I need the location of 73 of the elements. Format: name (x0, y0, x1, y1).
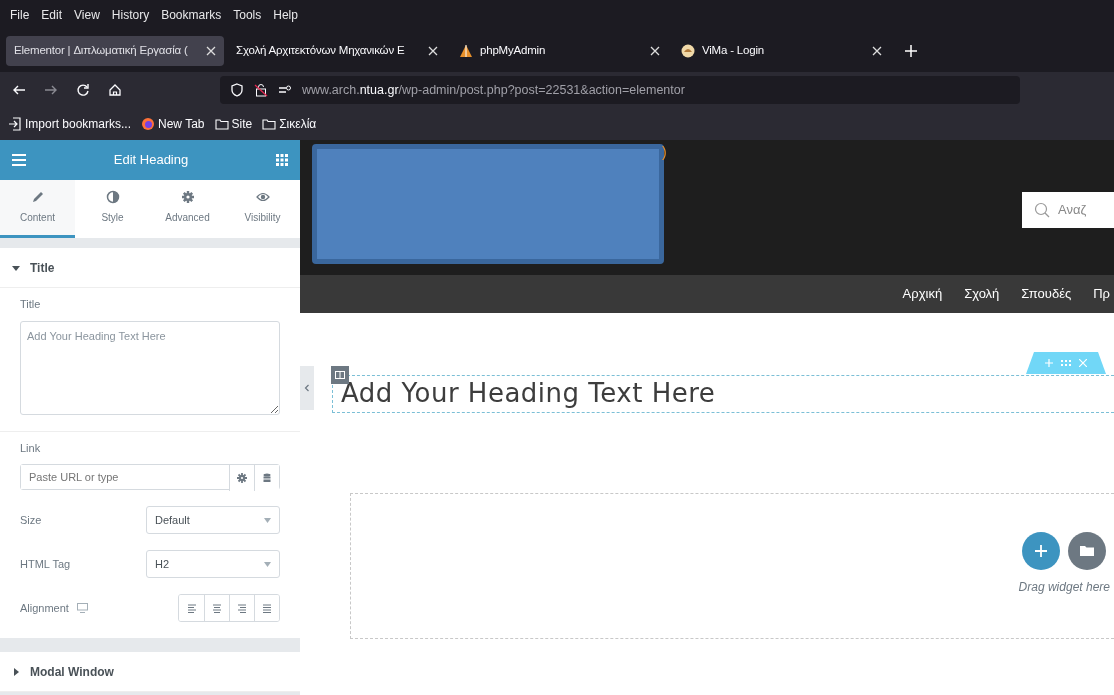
close-icon (206, 46, 216, 56)
url-text: www.arch.ntua.gr/wp-admin/post.php?post=22531&action=elementor (302, 81, 685, 99)
reload-icon[interactable] (76, 83, 90, 97)
field-label: Size (20, 512, 42, 528)
panel-title: Edit Heading (113, 151, 189, 170)
menu-item[interactable]: History (111, 6, 150, 24)
firefox-icon (141, 117, 156, 131)
site-nav-link[interactable]: Σχολή (964, 284, 1000, 304)
lock-icon (254, 83, 268, 97)
edit-handle[interactable] (331, 366, 349, 384)
caret-icon (12, 667, 20, 676)
pencil-icon (30, 190, 45, 204)
address-bar[interactable]: www.arch.ntua.gr/wp-admin/post.php?post=22531&action=elementor (220, 76, 1020, 104)
select-field[interactable]: Default (146, 506, 280, 534)
database-icon (262, 473, 272, 483)
menu-item[interactable]: View (74, 6, 100, 24)
drag-handle-icon[interactable] (1061, 360, 1071, 366)
new-tab-icon[interactable] (904, 44, 918, 58)
select-field[interactable]: H2 (146, 550, 280, 578)
logo-fragment: ) (662, 144, 667, 160)
globe-icon (680, 43, 696, 59)
link-field[interactable]: Paste URL or type (20, 464, 280, 490)
field-label: Title (20, 297, 42, 312)
site-nav-link[interactable]: Αρχική (902, 284, 943, 304)
caret-icon (264, 561, 271, 567)
close-icon (428, 46, 438, 56)
desktop-icon (76, 603, 88, 613)
menu-item[interactable]: Tools (233, 6, 262, 24)
widgets-grid-icon[interactable] (276, 154, 288, 166)
gear-icon (180, 190, 195, 204)
template-library-button[interactable] (1068, 532, 1107, 570)
bookmark[interactable]: Site (214, 115, 253, 133)
contrast-icon (105, 190, 120, 204)
bookmark[interactable]: New Tab (141, 115, 205, 133)
gear-icon (237, 473, 247, 483)
folder-icon (262, 117, 277, 131)
drop-hint: Drag widget here (1018, 579, 1110, 596)
menu-item[interactable]: Help (273, 6, 298, 24)
site-nav-link[interactable]: Πρ (1093, 284, 1110, 304)
search-icon (1034, 202, 1050, 218)
menu-icon[interactable] (12, 154, 26, 166)
plus-icon (1035, 545, 1048, 557)
site-nav-link[interactable]: Σπουδές (1021, 284, 1072, 304)
close-icon (650, 46, 660, 56)
browser-tab[interactable]: Elementor | Διπλωματική Εργασία ( (6, 36, 224, 66)
chevron-left-icon (304, 384, 310, 392)
menu-item[interactable]: File (10, 6, 30, 24)
field-label: HTML Tag (20, 556, 71, 572)
import-icon (8, 117, 22, 131)
field-label: Alignment (20, 600, 69, 616)
folder-icon (1080, 545, 1095, 557)
back-icon[interactable] (12, 83, 26, 97)
caret-icon (12, 263, 20, 272)
browser-tab[interactable]: ViMa - Login (672, 36, 890, 66)
sailboat-icon (458, 43, 474, 59)
panel-tab[interactable]: Content (0, 180, 75, 238)
forward-icon[interactable] (44, 83, 58, 97)
close-icon (872, 46, 882, 56)
caret-icon (264, 517, 271, 523)
eye-icon (255, 190, 270, 204)
bookmark[interactable]: Σικελία (262, 115, 317, 133)
browser-tab[interactable]: Σχολή Αρχιτεκτόνων Μηχανικών Ε (228, 36, 446, 66)
search-field[interactable]: Αναζ (1022, 192, 1114, 228)
field-label: Link (20, 440, 42, 456)
browser-tab[interactable]: phpMyAdmin (450, 36, 668, 66)
shield-icon (230, 83, 244, 97)
menu-item[interactable]: Bookmarks (161, 6, 222, 24)
bookmark[interactable]: Import bookmarks... (8, 115, 132, 133)
home-icon[interactable] (108, 83, 122, 97)
align-justify-icon[interactable] (254, 595, 279, 621)
menu-item[interactable]: Edit (41, 6, 63, 24)
folder-icon (214, 117, 229, 131)
add-section-button[interactable] (1022, 532, 1061, 570)
